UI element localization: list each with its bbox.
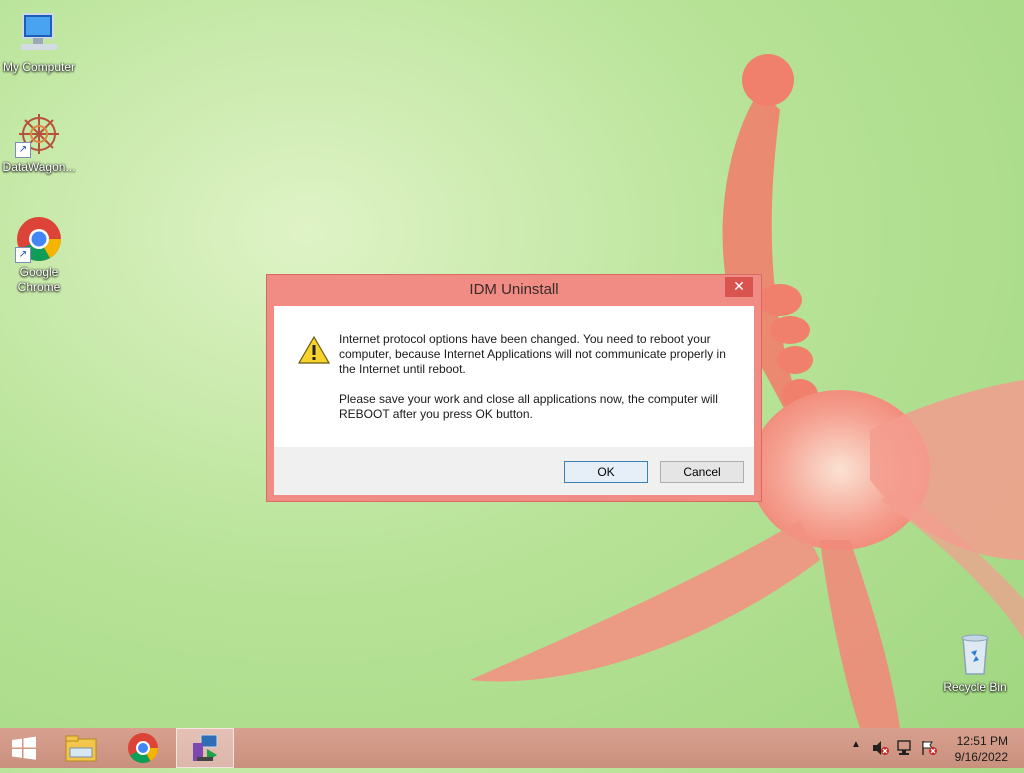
show-hidden-icons-button[interactable]: ▲ [848,739,864,750]
desktop-icon-label: Google Chrome [17,265,61,294]
desktop-icon-label: DataWagon... [2,160,76,174]
file-explorer-icon [65,735,97,762]
recycle-bin-icon [951,630,999,678]
datawagon-icon: ↗ [15,110,63,158]
computer-icon [15,10,63,58]
speaker-muted-icon[interactable] [872,740,890,756]
close-button[interactable]: ✕ [725,277,753,297]
shortcut-arrow-icon: ↗ [15,142,31,158]
action-center-flag-icon[interactable] [920,740,938,756]
shortcut-arrow-icon: ↗ [15,247,31,263]
start-button[interactable] [0,728,48,768]
clock-time: 12:51 PM [956,734,1008,748]
network-icon[interactable] [896,740,914,756]
idm-uninstaller-icon [193,734,218,761]
taskbar: ▲ 12:51 PM 9/16/2022 [0,728,1024,768]
cancel-button[interactable]: Cancel [660,461,744,483]
dialog-footer: OK Cancel [274,447,754,495]
dialog-message: Internet protocol options have been chan… [339,332,739,437]
desktop-icon-datawagon[interactable]: ↗ DataWagon... [0,110,78,175]
message-paragraph-1: Internet protocol options have been chan… [339,332,726,376]
idm-uninstall-dialog: IDM Uninstall ✕ Internet protocol option… [266,274,762,502]
chrome-icon [128,733,158,764]
dialog-titlebar[interactable]: IDM Uninstall ✕ [267,275,761,305]
dialog-content: Internet protocol options have been chan… [274,306,754,447]
clock-date: 9/16/2022 [954,750,1008,764]
chrome-icon: ↗ [15,215,63,263]
desktop-icon-label: Recycle Bin [943,680,1007,694]
dialog-title: IDM Uninstall [469,281,559,298]
taskbar-google-chrome[interactable] [116,728,170,768]
taskbar-clock[interactable]: 12:51 PM 9/16/2022 [938,733,1008,765]
desktop-icon-my-computer[interactable]: My Computer [0,10,78,75]
taskbar-file-explorer[interactable] [54,728,108,768]
message-paragraph-2: Please save your work and close all appl… [339,392,718,421]
desktop-icon-recycle-bin[interactable]: Recycle Bin [936,630,1014,695]
taskbar-idm-uninstaller[interactable] [176,728,234,768]
windows-start-icon [12,736,36,760]
desktop-icon-google-chrome[interactable]: ↗ Google Chrome [0,215,78,295]
system-tray: ▲ [848,728,948,768]
ok-button[interactable]: OK [564,461,648,483]
warning-icon [297,335,331,364]
desktop-icon-label: My Computer [2,60,76,74]
